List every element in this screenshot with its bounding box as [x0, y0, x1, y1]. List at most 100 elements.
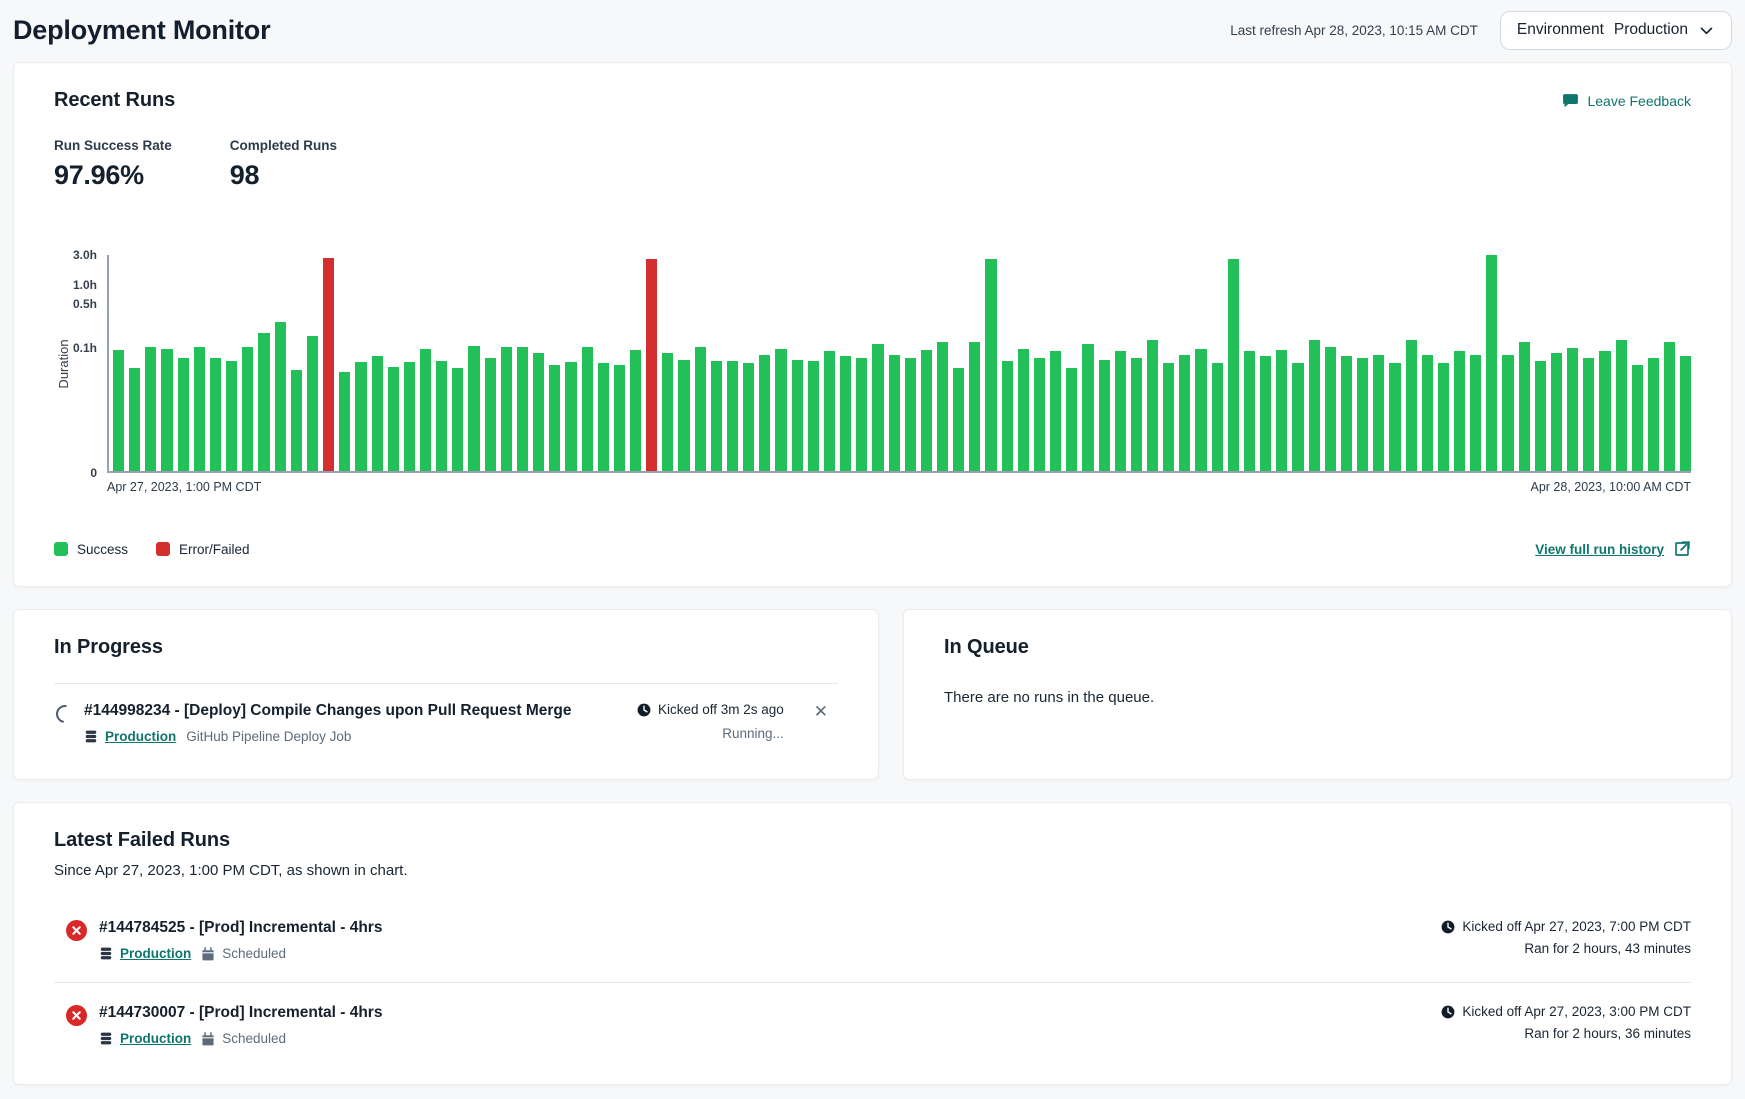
chart-bar-success[interactable] — [1228, 259, 1239, 471]
chart-bar-success[interactable] — [1438, 363, 1449, 471]
chart-bar-success[interactable] — [921, 350, 932, 471]
chart-bar-success[interactable] — [1163, 363, 1174, 471]
chart-bar-success[interactable] — [792, 360, 803, 471]
chart-bar-success[interactable] — [1325, 347, 1336, 471]
chart-bar-success[interactable] — [161, 349, 172, 471]
leave-feedback-link[interactable]: Leave Feedback — [1562, 92, 1691, 109]
chart-bar-success[interactable] — [113, 350, 124, 471]
chart-bar-success[interactable] — [1260, 356, 1271, 471]
chart-bar-success[interactable] — [436, 361, 447, 471]
chart-bar-success[interactable] — [1632, 365, 1643, 471]
chart-bar-success[interactable] — [258, 333, 269, 471]
chart-bar-failed[interactable] — [646, 259, 657, 471]
chart-bar-success[interactable] — [1389, 363, 1400, 471]
chart-bar-success[interactable] — [1551, 353, 1562, 471]
chart-bar-success[interactable] — [695, 347, 706, 471]
environment-dropdown[interactable]: Environment Production — [1500, 11, 1732, 50]
chart-bar-success[interactable] — [1147, 340, 1158, 471]
chart-bar-success[interactable] — [598, 363, 609, 471]
chart-bar-success[interactable] — [452, 368, 463, 471]
chart-bar-success[interactable] — [129, 368, 140, 471]
chart-bar-success[interactable] — [210, 358, 221, 471]
chart-bar-success[interactable] — [678, 360, 689, 471]
chart-bar-success[interactable] — [1292, 363, 1303, 471]
chart-bar-success[interactable] — [614, 365, 625, 471]
chart-bar-success[interactable] — [872, 344, 883, 471]
chart-bar-success[interactable] — [1066, 368, 1077, 471]
chart-bar-success[interactable] — [1664, 342, 1675, 471]
chart-bar-success[interactable] — [1212, 363, 1223, 471]
chart-bar-success[interactable] — [1357, 358, 1368, 471]
chart-bar-success[interactable] — [1244, 351, 1255, 471]
chart-bar-success[interactable] — [1018, 349, 1029, 471]
chart-bar-success[interactable] — [743, 363, 754, 471]
chart-bar-success[interactable] — [1535, 361, 1546, 471]
chart-bar-success[interactable] — [905, 358, 916, 471]
chart-bar-success[interactable] — [1406, 340, 1417, 471]
chart-bar-success[interactable] — [630, 350, 641, 471]
chart-bar-success[interactable] — [1648, 358, 1659, 471]
chart-bar-success[interactable] — [1616, 340, 1627, 471]
chart-bar-success[interactable] — [1276, 350, 1287, 471]
chart-bar-success[interactable] — [517, 347, 528, 471]
environment-link[interactable]: Production — [120, 1031, 191, 1046]
chart-bar-success[interactable] — [808, 361, 819, 471]
environment-link[interactable]: Production — [120, 946, 191, 961]
chart-bar-success[interactable] — [1422, 355, 1433, 471]
chart-bar-success[interactable] — [420, 349, 431, 471]
chart-bar-success[interactable] — [1099, 360, 1110, 471]
chart-bar-success[interactable] — [1567, 348, 1578, 471]
chart-bar-success[interactable] — [1002, 361, 1013, 471]
chart-bar-success[interactable] — [1034, 358, 1045, 471]
chart-bar-success[interactable] — [307, 336, 318, 471]
chart-bar-success[interactable] — [145, 347, 156, 471]
chart-bar-success[interactable] — [662, 353, 673, 471]
chart-bar-success[interactable] — [1082, 344, 1093, 471]
chart-bar-success[interactable] — [1470, 355, 1481, 471]
chart-bar-success[interactable] — [1454, 351, 1465, 471]
close-icon[interactable]: ✕ — [814, 702, 828, 722]
chart-bar-success[interactable] — [388, 367, 399, 471]
view-full-run-history-link[interactable]: View full run history — [1535, 540, 1691, 558]
chart-bar-success[interactable] — [468, 346, 479, 471]
chart-bar-success[interactable] — [178, 358, 189, 471]
chart-bar-success[interactable] — [226, 361, 237, 471]
chart-bar-success[interactable] — [711, 361, 722, 471]
chart-bar-failed[interactable] — [323, 258, 334, 471]
chart-bar-success[interactable] — [937, 342, 948, 471]
chart-bar-success[interactable] — [1502, 355, 1513, 471]
chart-bar-success[interactable] — [485, 358, 496, 471]
chart-bar-success[interactable] — [1486, 255, 1497, 471]
chart-bar-success[interactable] — [582, 347, 593, 471]
chart-bar-success[interactable] — [549, 365, 560, 471]
chart-bar-success[interactable] — [275, 322, 286, 471]
chart-bar-success[interactable] — [775, 349, 786, 471]
chart-bar-success[interactable] — [759, 355, 770, 471]
chart-bar-success[interactable] — [1195, 349, 1206, 471]
chart-bar-success[interactable] — [889, 355, 900, 471]
chart-bar-success[interactable] — [1050, 351, 1061, 471]
chart-bar-success[interactable] — [1599, 351, 1610, 471]
chart-bar-success[interactable] — [1115, 351, 1126, 471]
chart-bar-success[interactable] — [1341, 356, 1352, 471]
chart-bar-success[interactable] — [1680, 356, 1691, 471]
chart-bar-success[interactable] — [1519, 342, 1530, 471]
chart-bar-success[interactable] — [501, 347, 512, 471]
chart-bar-success[interactable] — [355, 362, 366, 471]
chart-bar-success[interactable] — [953, 368, 964, 471]
chart-bar-success[interactable] — [404, 362, 415, 471]
chart-bar-success[interactable] — [727, 361, 738, 471]
chart-bar-success[interactable] — [985, 259, 996, 471]
chart-bar-success[interactable] — [339, 372, 350, 472]
chart-bar-success[interactable] — [565, 362, 576, 471]
chart-bar-success[interactable] — [291, 370, 302, 471]
chart-bar-success[interactable] — [840, 356, 851, 471]
chart-bar-success[interactable] — [1179, 355, 1190, 471]
chart-bar-success[interactable] — [856, 358, 867, 471]
environment-link[interactable]: Production — [105, 729, 176, 744]
chart-bar-success[interactable] — [1373, 355, 1384, 471]
chart-bar-success[interactable] — [533, 353, 544, 471]
chart-bar-success[interactable] — [372, 356, 383, 471]
chart-bar-success[interactable] — [824, 351, 835, 471]
chart-bar-success[interactable] — [1131, 358, 1142, 471]
